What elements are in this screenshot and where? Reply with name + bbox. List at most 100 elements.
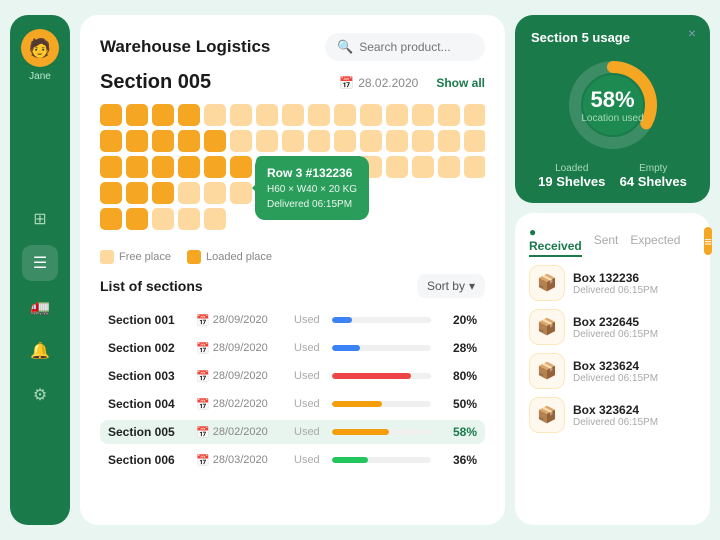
shelf-cell[interactable]	[152, 104, 174, 126]
calendar-icon: 📅	[196, 398, 210, 411]
shelf-cell[interactable]	[230, 130, 252, 152]
legend-loaded-dot	[187, 250, 201, 264]
progress-fill	[332, 317, 352, 323]
list-item[interactable]: 📦 Box 232645 Delivered 06:15PM	[529, 309, 696, 345]
filter-button[interactable]: ≡	[704, 227, 712, 255]
search-bar[interactable]: 🔍	[325, 33, 485, 61]
shelf-cell[interactable]	[204, 130, 226, 152]
shelf-cell[interactable]	[282, 130, 304, 152]
shelf-cell[interactable]	[152, 156, 174, 178]
shelf-cell[interactable]	[126, 182, 148, 204]
shelf-cell[interactable]	[412, 156, 434, 178]
shelf-cell[interactable]	[178, 104, 200, 126]
shelf-cell[interactable]	[438, 156, 460, 178]
tab-received[interactable]: ● Received	[529, 225, 582, 257]
section-row-used: Used	[294, 314, 324, 326]
sidebar-nav: ⊞ ☰ 🚛 🔔 ⚙	[22, 102, 58, 511]
section-row-date: 📅 28/03/2020	[196, 454, 286, 467]
shelf-cell[interactable]	[230, 104, 252, 126]
section-title: Section 005	[100, 71, 329, 94]
sort-button[interactable]: Sort by ▾	[417, 274, 485, 298]
progress-bar	[332, 457, 431, 463]
close-icon[interactable]: ×	[688, 25, 696, 41]
shelf-cell[interactable]	[256, 130, 278, 152]
shelf-cell[interactable]	[100, 104, 122, 126]
truck-icon[interactable]: 🚛	[22, 289, 58, 325]
shelf-cell[interactable]	[152, 130, 174, 152]
table-row[interactable]: Section 001 📅 28/09/2020 Used 20%	[100, 308, 485, 332]
shelf-cell[interactable]	[204, 182, 226, 204]
donut-pct: 58%	[581, 87, 643, 113]
progress-bar	[332, 429, 431, 435]
shelf-cell[interactable]	[100, 182, 122, 204]
shelf-cell[interactable]	[100, 156, 122, 178]
shelf-cell[interactable]	[282, 104, 304, 126]
tooltip-title: Row 3 #132236	[267, 164, 357, 182]
packages-card: ● Received Sent Expected ≡ 📦 Box 132236 …	[515, 213, 710, 525]
usage-stats: Loaded 19 Shelves Empty 64 Shelves	[531, 163, 694, 189]
shelf-cell[interactable]	[178, 208, 200, 230]
section-row-name: Section 002	[108, 341, 188, 355]
progress-fill	[332, 457, 368, 463]
shelf-cell[interactable]	[178, 182, 200, 204]
dashboard-icon[interactable]: ⊞	[22, 201, 58, 237]
shelf-cell[interactable]	[100, 130, 122, 152]
list-item[interactable]: 📦 Box 323624 Delivered 06:15PM	[529, 353, 696, 389]
shelf-cell[interactable]	[386, 130, 408, 152]
loaded-label: Loaded	[538, 163, 605, 174]
shelf-cell[interactable]	[204, 104, 226, 126]
shelf-cell[interactable]	[126, 104, 148, 126]
shelf-cell[interactable]	[308, 130, 330, 152]
shelf-cell[interactable]	[360, 130, 382, 152]
grid-row-2	[100, 130, 485, 152]
shelf-cell[interactable]	[126, 208, 148, 230]
shelf-cell[interactable]	[412, 130, 434, 152]
shelf-cell[interactable]	[334, 104, 356, 126]
shelf-cell[interactable]	[334, 130, 356, 152]
chevron-down-icon: ▾	[469, 279, 475, 293]
inventory-icon[interactable]: ☰	[22, 245, 58, 281]
tab-expected[interactable]: Expected	[630, 233, 680, 249]
progress-fill	[332, 429, 389, 435]
shelf-cell[interactable]	[126, 156, 148, 178]
table-row[interactable]: Section 003 📅 28/09/2020 Used 80%	[100, 364, 485, 388]
shelf-cell[interactable]	[386, 104, 408, 126]
shelf-cell[interactable]	[178, 156, 200, 178]
empty-label: Empty	[620, 163, 687, 174]
table-row[interactable]: Section 005 📅 28/02/2020 Used 58%	[100, 420, 485, 444]
shelf-cell[interactable]	[438, 130, 460, 152]
shelf-cell[interactable]	[126, 130, 148, 152]
shelf-cell[interactable]	[152, 182, 174, 204]
progress-bar	[332, 373, 431, 379]
section-row-used: Used	[294, 426, 324, 438]
shelf-cell[interactable]	[412, 104, 434, 126]
table-row[interactable]: Section 006 📅 28/03/2020 Used 36%	[100, 448, 485, 472]
shelf-cell[interactable]	[438, 104, 460, 126]
shelf-cell[interactable]	[308, 104, 330, 126]
shelf-cell[interactable]	[100, 208, 122, 230]
table-row[interactable]: Section 004 📅 28/02/2020 Used 50%	[100, 392, 485, 416]
shelf-cell[interactable]	[256, 104, 278, 126]
section-row-pct: 20%	[439, 313, 477, 327]
bell-icon[interactable]: 🔔	[22, 333, 58, 369]
shelf-cell[interactable]	[230, 156, 252, 178]
list-item[interactable]: 📦 Box 323624 Delivered 06:15PM	[529, 397, 696, 433]
shelf-cell[interactable]	[464, 104, 485, 126]
tab-sent[interactable]: Sent	[594, 233, 619, 249]
shelf-cell[interactable]	[178, 130, 200, 152]
search-input[interactable]	[359, 40, 473, 54]
shelf-cell[interactable]	[464, 156, 485, 178]
settings-icon[interactable]: ⚙	[22, 377, 58, 413]
shelf-cell[interactable]	[360, 104, 382, 126]
search-icon: 🔍	[337, 39, 353, 55]
shelf-cell[interactable]	[152, 208, 174, 230]
section-row-date: 📅 28/02/2020	[196, 398, 286, 411]
show-all-link[interactable]: Show all	[436, 76, 485, 90]
table-row[interactable]: Section 002 📅 28/09/2020 Used 28%	[100, 336, 485, 360]
shelf-cell[interactable]	[386, 156, 408, 178]
shelf-cell[interactable]	[464, 130, 485, 152]
list-item[interactable]: 📦 Box 132236 Delivered 06:15PM	[529, 265, 696, 301]
shelf-cell[interactable]	[204, 156, 226, 178]
shelf-cell[interactable]	[204, 208, 226, 230]
progress-fill	[332, 373, 411, 379]
